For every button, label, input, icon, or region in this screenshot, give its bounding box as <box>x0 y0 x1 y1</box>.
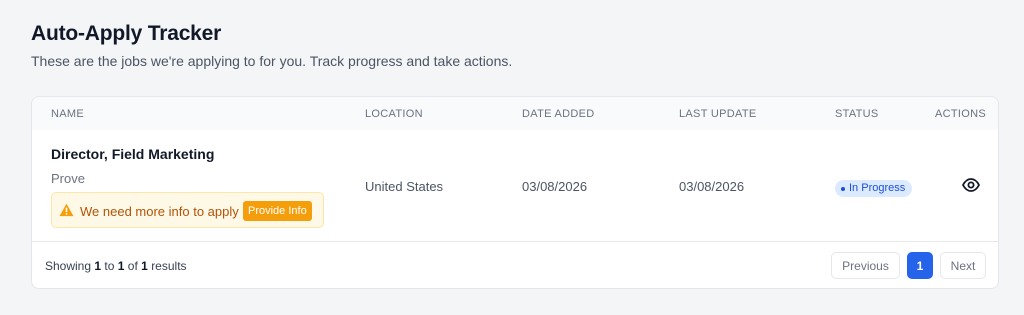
job-location: United States <box>365 179 444 194</box>
results-from: 1 <box>94 259 102 273</box>
results-label: results <box>151 259 187 273</box>
table-header: NAME LOCATION DATE ADDED LAST UPDATE STA… <box>32 97 998 130</box>
previous-page-button[interactable]: Previous <box>831 252 900 279</box>
column-header-location: LOCATION <box>365 108 423 120</box>
company-name: Prove <box>51 171 85 186</box>
results-summary: Showing 1 to 1 of 1 results <box>45 259 187 273</box>
info-needed-alert: We need more info to apply Provide Info <box>51 192 324 228</box>
results-showing-label: Showing <box>45 259 92 273</box>
results-to: 1 <box>117 259 125 273</box>
column-header-name: NAME <box>51 108 84 120</box>
table-row: Director, Field Marketing Prove We need … <box>32 130 998 242</box>
status-badge: In Progress <box>835 180 913 197</box>
status-dot <box>841 186 845 191</box>
job-title: Director, Field Marketing <box>51 146 215 162</box>
alert-message: We need more info to apply <box>80 204 239 219</box>
column-header-status: STATUS <box>835 108 879 120</box>
results-total: 1 <box>141 259 148 273</box>
column-header-last-update: LAST UPDATE <box>679 108 757 120</box>
eye-icon <box>962 177 980 192</box>
results-of-label: of <box>127 259 138 273</box>
column-header-date-added: DATE ADDED <box>522 108 595 120</box>
last-update: 03/08/2026 <box>679 179 745 194</box>
next-page-button[interactable]: Next <box>940 252 986 279</box>
page-subtitle: These are the jobs we're applying to for… <box>31 53 513 69</box>
view-button[interactable] <box>961 177 981 195</box>
jobs-table: NAME LOCATION DATE ADDED LAST UPDATE STA… <box>31 96 999 289</box>
page-title: Auto-Apply Tracker <box>31 22 222 45</box>
status-label: In Progress <box>849 182 906 194</box>
date-added: 03/08/2026 <box>522 179 588 194</box>
table-footer: Showing 1 to 1 of 1 results Previous 1 N… <box>32 243 998 288</box>
results-to-label: to <box>104 259 115 273</box>
provide-info-button[interactable]: Provide Info <box>243 201 312 221</box>
warning-icon <box>59 203 74 217</box>
page-number-button[interactable]: 1 <box>907 252 933 279</box>
column-header-actions: ACTIONS <box>935 108 986 120</box>
